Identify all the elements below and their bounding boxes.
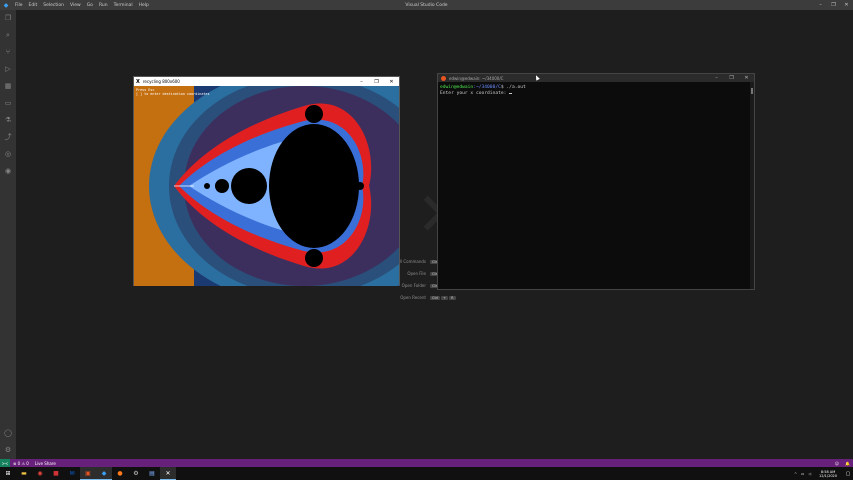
app-icon[interactable]: ● [112, 467, 128, 480]
system-tray: ^ ▭ ◁ 8:58 AM 12/1/2020 ▢ [792, 470, 853, 478]
docker-icon[interactable]: ◎ [3, 149, 13, 159]
minimize-button[interactable]: – [354, 79, 369, 85]
settings-icon[interactable]: ⚙ [128, 467, 144, 480]
windows-taskbar: ⊞ ▬ ◉ ■ ✉ ▣ ◆ ● ⚙ ▤ ✕ ^ ▭ ◁ 8:58 AM 12/1… [0, 467, 853, 480]
fractal-overlay-text: Press Esc [ ] to enter destination coord… [136, 88, 210, 96]
clock-date: 12/1/2020 [819, 473, 837, 478]
minimize-button[interactable]: – [709, 75, 724, 81]
app-icon[interactable]: ▤ [144, 467, 160, 480]
shortcut-label: Open Recent [400, 295, 426, 300]
text-cursor [509, 93, 513, 94]
tray-chevron-icon[interactable]: ^ [792, 472, 799, 476]
vscode-taskbar-icon[interactable]: ◆ [96, 467, 112, 480]
terminal-titlebar[interactable]: edwin@edwain: ~/34000/C – ❐ ✕ [438, 74, 754, 82]
terminal-window[interactable]: edwin@edwain: ~/34000/C – ❐ ✕ edwin@edwa… [437, 73, 755, 290]
key: Ctrl [430, 295, 441, 300]
status-bar: >< ⊗ 0 ⚠ 0 Live Share ☺ 🔔 [0, 459, 853, 467]
menu-help[interactable]: Help [136, 3, 152, 8]
menu-file[interactable]: File [12, 3, 26, 8]
close-button[interactable]: ✕ [840, 0, 853, 10]
terminal-title: edwin@edwain: ~/34000/C [449, 75, 504, 81]
app-icon[interactable]: ■ [48, 467, 64, 480]
clock[interactable]: 8:58 AM 12/1/2020 [813, 470, 843, 478]
menu-edit[interactable]: Edit [26, 3, 41, 8]
ubuntu-icon [441, 75, 446, 81]
menu-selection[interactable]: Selection [40, 3, 67, 8]
live-share-button[interactable]: Live Share [32, 461, 59, 466]
prompt-path: :~/34000/C [473, 85, 501, 90]
minimize-button[interactable]: – [814, 0, 827, 10]
menu-terminal[interactable]: Terminal [111, 3, 136, 8]
terminal-body[interactable]: edwin@edwain:~/34000/C$ ./a.out Enter yo… [438, 82, 754, 100]
live-share-icon[interactable]: ⤴ [3, 132, 13, 142]
terminal-output: Enter your x coordinate: [440, 91, 510, 96]
fractal-window[interactable]: X recycling 800x600 – ❐ ✕ Press Esc [] … [133, 76, 400, 286]
file-explorer-icon[interactable]: ▬ [16, 467, 32, 480]
feedback-icon[interactable]: ☺ [832, 461, 842, 466]
maximize-button[interactable]: ❐ [827, 0, 840, 10]
overlay-line: [ ] to enter destination coordinates [136, 92, 210, 96]
problems-indicator[interactable]: ⊗ 0 ⚠ 0 [10, 461, 32, 466]
mandelbrot-image [134, 86, 399, 286]
mandelbrot-canvas[interactable]: Press Esc [ ] to enter destination coord… [134, 86, 399, 286]
source-control-icon[interactable]: ⑂ [3, 47, 13, 57]
action-center-icon[interactable]: ▢ [843, 471, 853, 477]
menu-go[interactable]: Go [84, 3, 96, 8]
account-icon[interactable]: ◯ [3, 428, 13, 438]
prompt-user: edwin@edwain [440, 85, 474, 90]
vscode-titlebar: ◆ File Edit Selection View Go Run Termin… [0, 0, 853, 10]
scrollbar-thumb[interactable] [751, 88, 753, 94]
clock-time: 8:58 AM [820, 469, 836, 474]
gear-icon[interactable]: ⚙ [3, 445, 13, 455]
x11-icon: X [136, 78, 140, 85]
vscode-logo-icon: ◆ [3, 1, 9, 9]
remote-explorer-icon[interactable]: ▭ [3, 98, 13, 108]
key: R [449, 295, 456, 300]
key: + [441, 295, 449, 300]
fractal-window-titlebar[interactable]: X recycling 800x600 – ❐ ✕ [134, 77, 399, 86]
search-icon[interactable]: ⌕ [3, 30, 13, 40]
menu-run[interactable]: Run [96, 3, 111, 8]
explorer-icon[interactable]: ❐ [3, 13, 13, 23]
github-icon[interactable]: ◉ [3, 166, 13, 176]
terminal-taskbar-icon[interactable]: ▣ [80, 467, 96, 480]
network-icon[interactable]: ▭ [799, 472, 806, 476]
remote-indicator[interactable]: >< [0, 459, 10, 467]
run-debug-icon[interactable]: ▷ [3, 64, 13, 74]
maximize-button[interactable]: ❐ [724, 75, 739, 81]
maximize-button[interactable]: ❐ [369, 79, 384, 85]
activity-bar: ❐ ⌕ ⑂ ▷ ▦ ▭ ⚗ ⤴ ◎ ◉ ◯ ⚙ [0, 10, 16, 459]
close-button[interactable]: ✕ [739, 75, 754, 81]
fractal-window-title: recycling 800x600 [142, 79, 180, 84]
testing-icon[interactable]: ⚗ [3, 115, 13, 125]
chrome-icon[interactable]: ◉ [32, 467, 48, 480]
x11-taskbar-icon[interactable]: ✕ [160, 467, 176, 480]
volume-icon[interactable]: ◁ [806, 472, 813, 476]
terminal-scrollbar[interactable] [750, 82, 754, 289]
windows-start-icon[interactable]: ⊞ [0, 467, 16, 480]
close-button[interactable]: ✕ [384, 79, 399, 85]
mail-icon[interactable]: ✉ [64, 467, 80, 480]
menu-view[interactable]: View [67, 3, 84, 8]
prompt-command: $ ./a.out [500, 85, 526, 90]
shortcut-open-recent: Open Recent Ctrl + R [386, 295, 457, 300]
notifications-bell-icon[interactable]: 🔔 [842, 461, 853, 466]
extensions-icon[interactable]: ▦ [3, 81, 13, 91]
